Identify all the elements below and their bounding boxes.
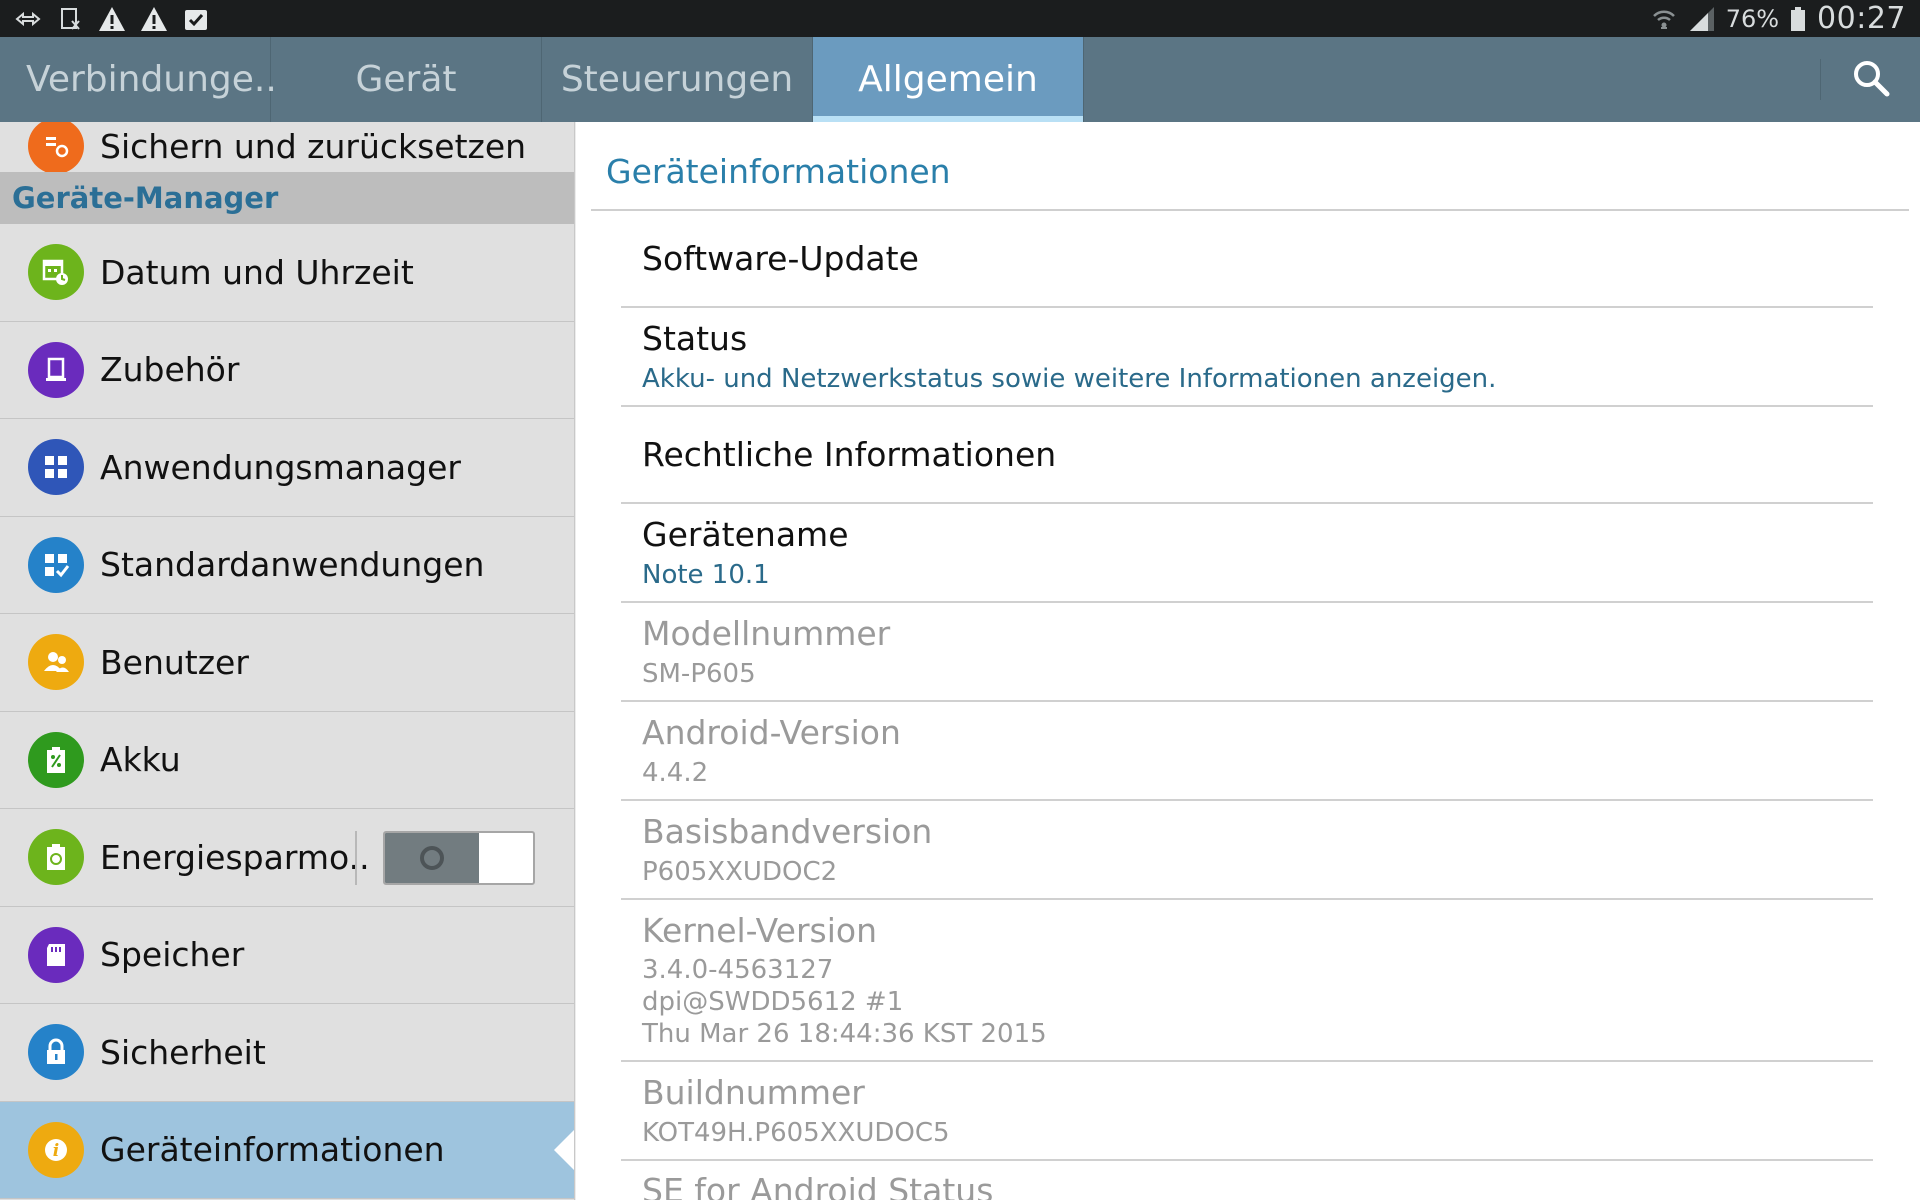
- battery-percent: 76%: [1725, 4, 1780, 33]
- row-title: Rechtliche Informationen: [642, 435, 1057, 474]
- row-title: Modellnummer: [642, 614, 891, 653]
- signal-icon: [1688, 6, 1716, 32]
- status-left-icons: [14, 6, 210, 32]
- wifi-icon: [1650, 6, 1678, 32]
- row-subtitle: Note 10.1: [642, 560, 770, 590]
- sidebar-item-label: Geräteinformationen: [100, 1130, 445, 1170]
- row-se-android-status: SE for Android Status: [621, 1161, 1873, 1200]
- sidebar-item-datum-uhrzeit[interactable]: Datum und Uhrzeit: [0, 224, 574, 322]
- tab-label: Allgemein: [858, 59, 1038, 100]
- row-modellnummer: Modellnummer SM-P605: [621, 603, 1873, 702]
- settings-tab-bar: Verbindunge.. Gerät Steuerungen Allgemei…: [0, 37, 1920, 122]
- sidebar-item-label: Zubehör: [100, 350, 240, 390]
- sidebar-item-label: Datum und Uhrzeit: [100, 252, 414, 292]
- detail-list: Software-Update Status Akku- und Netzwer…: [621, 211, 1873, 1200]
- sidebar-item-anwendungsmanager[interactable]: Anwendungsmanager: [0, 419, 574, 517]
- sidebar-item-speicher[interactable]: Speicher: [0, 907, 574, 1004]
- search-icon: [1851, 58, 1891, 102]
- sidebar-item-label: Sichern und zurücksetzen: [100, 126, 527, 166]
- backup-reset-icon: [28, 122, 84, 174]
- tab-steuerungen[interactable]: Steuerungen: [542, 37, 813, 122]
- battery-icon: [1789, 6, 1807, 32]
- row-subtitle: SM-P605: [642, 659, 756, 689]
- row-subtitle-line: dpi@SWDD5612 #1: [642, 986, 904, 1017]
- row-title: Software-Update: [642, 239, 919, 278]
- row-kernel-version: Kernel-Version 3.4.0-4563127 dpi@SWDD561…: [621, 900, 1873, 1062]
- row-title: Status: [642, 319, 748, 358]
- grid-check-icon: [28, 536, 84, 593]
- grid-icon: [28, 439, 84, 496]
- calendar-clock-icon: [28, 244, 84, 301]
- tab-verbindungen[interactable]: Verbindunge..: [0, 37, 277, 122]
- sidebar-item-label: Standardanwendungen: [100, 545, 485, 585]
- sidebar-item-benutzer[interactable]: Benutzer: [0, 614, 574, 712]
- row-subtitle: 4.4.2: [642, 758, 709, 788]
- sd-card-icon: [28, 926, 84, 983]
- sidebar-item-geraeteinformationen[interactable]: i Geräteinformationen: [0, 1101, 574, 1199]
- row-subtitle: KOT49H.P605XXUDOC5: [642, 1118, 950, 1148]
- sidebar-item-label: Akku: [100, 740, 181, 780]
- row-subtitle-line: 3.4.0-4563127: [642, 954, 834, 985]
- row-software-update[interactable]: Software-Update: [621, 211, 1873, 308]
- row-basisbandversion: Basisbandversion P605XXUDOC2: [621, 801, 1873, 900]
- detail-panel[interactable]: Geräteinformationen Software-Update Stat…: [576, 122, 1920, 1200]
- tab-geraet[interactable]: Gerät: [271, 37, 542, 122]
- row-title: Basisbandversion: [642, 812, 933, 851]
- row-buildnummer: Buildnummer KOT49H.P605XXUDOC5: [621, 1062, 1873, 1161]
- tab-label: Verbindunge..: [26, 59, 277, 100]
- toggle-divider: [355, 831, 357, 885]
- svg-text:i: i: [53, 1141, 59, 1161]
- recycle-icon: [28, 829, 84, 886]
- row-subtitle: 3.4.0-4563127 dpi@SWDD5612 #1 Thu Mar 26…: [642, 954, 1873, 1050]
- sidebar-item-label: Energiesparmo..: [100, 837, 370, 877]
- sidebar-item-zubehoer[interactable]: Zubehör: [0, 322, 574, 419]
- clipboard-check-icon: [182, 6, 210, 32]
- toggle-knob: [385, 833, 479, 883]
- row-android-version[interactable]: Android-Version 4.4.2: [621, 702, 1873, 801]
- row-subtitle: P605XXUDOC2: [642, 857, 838, 887]
- users-icon: [28, 634, 84, 691]
- row-title: Kernel-Version: [642, 910, 877, 950]
- row-title: Android-Version: [642, 713, 901, 752]
- screenshot-icon: [56, 6, 84, 32]
- row-subtitle: Akku- und Netzwerkstatus sowie weitere I…: [642, 364, 1497, 394]
- row-title: Gerätename: [642, 515, 849, 554]
- status-right: 76% 00:27: [1650, 1, 1906, 36]
- search-button[interactable]: [1820, 59, 1920, 100]
- row-rechtliche-informationen[interactable]: Rechtliche Informationen: [621, 407, 1873, 504]
- battery-percent-icon: [28, 731, 84, 788]
- tab-allgemein[interactable]: Allgemein: [813, 37, 1084, 122]
- tab-bar-spacer: [1084, 37, 1820, 122]
- sidebar-item-label: Anwendungsmanager: [100, 447, 461, 487]
- warning-icon: [98, 6, 126, 32]
- detail-header: Geräteinformationen: [606, 152, 951, 191]
- sidebar-item-label: Sicherheit: [100, 1032, 266, 1072]
- lock-icon: [28, 1024, 84, 1081]
- sidebar-item-akku[interactable]: Akku: [0, 712, 574, 809]
- tab-label: Gerät: [355, 59, 457, 100]
- accessory-icon: [28, 341, 84, 398]
- sidebar-item-standardanwendungen[interactable]: Standardanwendungen: [0, 517, 574, 614]
- row-title: SE for Android Status: [642, 1171, 994, 1200]
- sidebar-section-header: Geräte-Manager: [0, 172, 574, 224]
- row-subtitle-line: Thu Mar 26 18:44:36 KST 2015: [642, 1018, 1047, 1049]
- energiesparmodus-toggle[interactable]: [383, 831, 535, 885]
- row-geraetename[interactable]: Gerätename Note 10.1: [621, 504, 1873, 603]
- warning-icon: [140, 6, 168, 32]
- sidebar-item-label: Benutzer: [100, 642, 249, 682]
- sidebar-item-energiesparmodus[interactable]: Energiesparmo..: [0, 809, 574, 907]
- info-icon: i: [28, 1121, 84, 1178]
- status-bar: 76% 00:27: [0, 0, 1920, 37]
- row-title: Buildnummer: [642, 1073, 865, 1112]
- sidebar-list: Datum und Uhrzeit Zubehör Anwendungsmana…: [0, 224, 574, 1199]
- usb-icon: [14, 6, 42, 32]
- row-status[interactable]: Status Akku- und Netzwerkstatus sowie we…: [621, 308, 1873, 407]
- sidebar-item-sicherheit[interactable]: Sicherheit: [0, 1004, 574, 1102]
- sidebar-item-label: Speicher: [100, 935, 245, 975]
- clock: 00:27: [1817, 1, 1906, 36]
- settings-sidebar[interactable]: Sichern und zurücksetzen Geräte-Manager …: [0, 122, 575, 1200]
- tab-label: Steuerungen: [560, 59, 794, 100]
